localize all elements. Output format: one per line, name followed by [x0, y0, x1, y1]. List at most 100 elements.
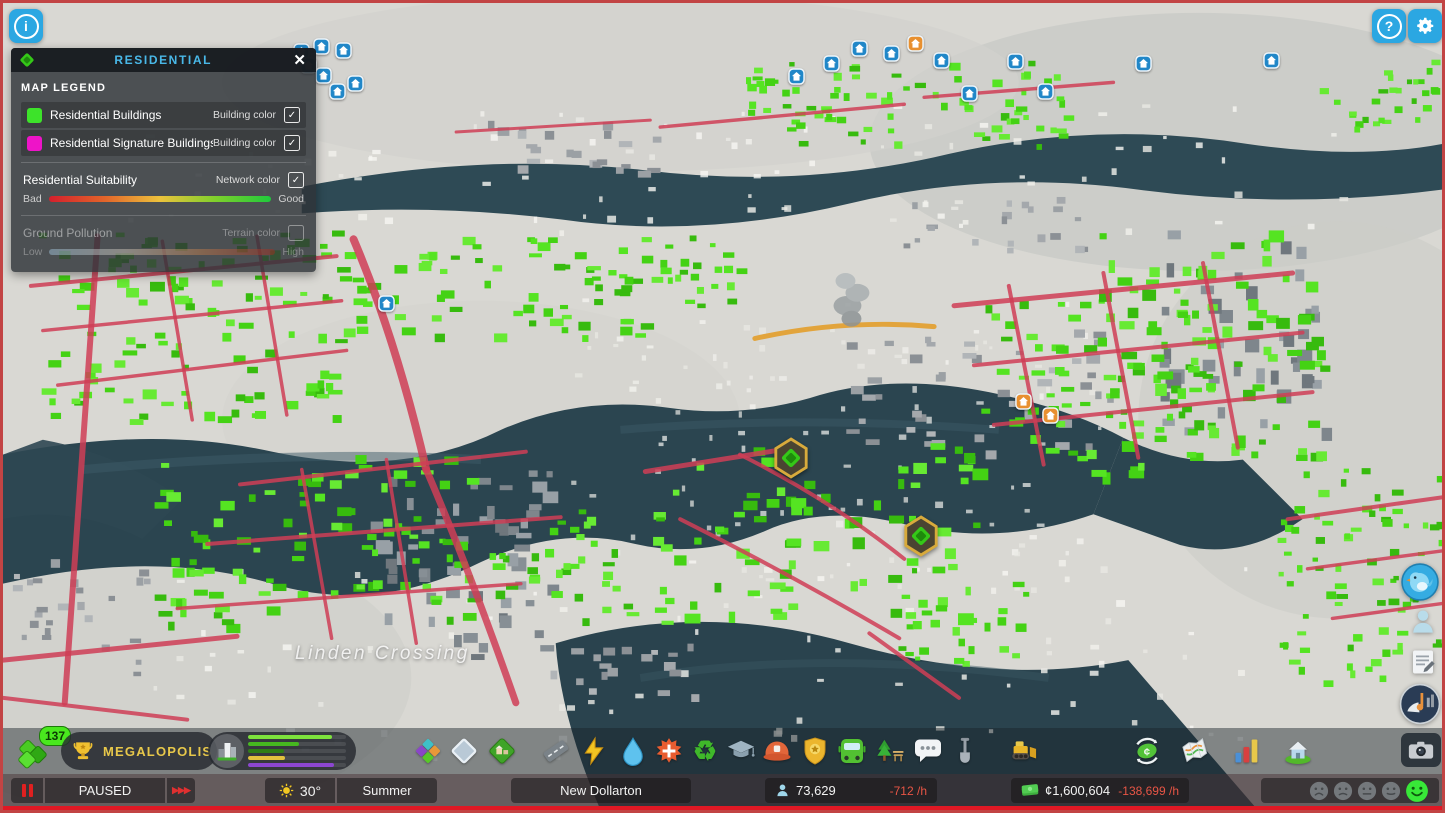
- legend-item-type-label: Building color: [212, 109, 276, 121]
- pause-icon-bar: [28, 784, 33, 797]
- legend-gradient-checkbox[interactable]: ✓: [288, 172, 304, 188]
- house-marker[interactable]: [329, 83, 346, 100]
- help-button[interactable]: ?: [1372, 9, 1406, 43]
- house-marker[interactable]: [851, 40, 868, 57]
- house-marker[interactable]: [961, 85, 978, 102]
- alert-house-marker[interactable]: [1015, 393, 1032, 410]
- legend-gradient-type-label: Terrain color: [222, 227, 280, 239]
- bulldozer-icon[interactable]: [1007, 734, 1041, 768]
- svg-text:¢: ¢: [1144, 746, 1151, 758]
- economy-icon[interactable]: ¢: [1130, 734, 1164, 768]
- demand-bar-industrial: [248, 755, 346, 761]
- house-marker[interactable]: [378, 295, 395, 312]
- sun-icon: [279, 783, 294, 798]
- money-value: ¢1,600,604: [1045, 783, 1111, 798]
- season-label: Summer: [362, 783, 412, 798]
- money-display[interactable]: ¢1,600,604 -138,699 /h: [1011, 778, 1189, 803]
- camera-icon: [1408, 740, 1434, 760]
- terraforming-icon[interactable]: [948, 734, 982, 768]
- chirper-icon[interactable]: [1401, 563, 1439, 601]
- sim-speed-state: PAUSED: [45, 778, 165, 803]
- trophy-icon: [71, 739, 103, 763]
- demand-bar-residential-low: [248, 734, 346, 740]
- education-icon[interactable]: [724, 734, 758, 768]
- legend-gradient-checkbox[interactable]: [288, 225, 304, 241]
- demand-bar-residential-medium: [248, 741, 346, 747]
- legend-item: Residential Signature Buildings Building …: [21, 130, 306, 156]
- fast-forward-icon: ▶▶▶: [172, 785, 191, 795]
- demand-bar-office: [248, 762, 346, 768]
- statistics-icon[interactable]: [1230, 734, 1264, 768]
- house-marker[interactable]: [315, 67, 332, 84]
- help-icon: ?: [1376, 13, 1402, 39]
- photo-mode-button[interactable]: [1401, 733, 1441, 767]
- happiness-face-content: [1381, 781, 1401, 801]
- happiness-face-unhappy: [1333, 781, 1353, 801]
- legend-swatch: [27, 107, 42, 123]
- happiness-face-neutral: [1357, 781, 1377, 801]
- population-rate: -712 /h: [889, 783, 927, 798]
- signature-hex-marker[interactable]: [902, 515, 940, 557]
- water-sewage-icon[interactable]: [616, 734, 650, 768]
- milestone-button[interactable]: MEGALOPOLIS: [61, 732, 217, 770]
- gradient-bar: [49, 249, 276, 255]
- legend-item-checkbox[interactable]: ✓: [284, 107, 300, 123]
- main-toolbar: 137 MEGALOPOLIS ♻ ¢: [3, 726, 1442, 774]
- milestone-map-tiles-icon[interactable]: 137: [13, 726, 71, 771]
- garbage-icon[interactable]: ♻: [688, 734, 722, 768]
- house-marker[interactable]: [347, 75, 364, 92]
- electricity-icon[interactable]: [577, 734, 611, 768]
- game-screen: Linden Crossing i ? RESIDENTIAL ✕ MAP LE…: [0, 0, 1445, 813]
- happiness-face-sad: [1309, 781, 1329, 801]
- areas-icon[interactable]: [485, 734, 519, 768]
- house-marker[interactable]: [788, 68, 805, 85]
- info-button[interactable]: i: [9, 9, 43, 43]
- legend-item-label: Residential Signature Buildings: [50, 136, 213, 150]
- house-marker[interactable]: [1037, 83, 1054, 100]
- close-icon[interactable]: ✕: [291, 51, 308, 69]
- transportation-icon[interactable]: [835, 734, 869, 768]
- house-marker[interactable]: [1007, 53, 1024, 70]
- demand-bars: [248, 734, 356, 768]
- journal-icon[interactable]: [1409, 648, 1437, 676]
- fast-forward-button[interactable]: ▶▶▶: [167, 778, 195, 803]
- pause-button[interactable]: [11, 778, 43, 803]
- city-information-icon[interactable]: [1281, 734, 1315, 768]
- house-marker[interactable]: [883, 45, 900, 62]
- house-marker[interactable]: [1135, 55, 1152, 72]
- alert-house-marker[interactable]: [1042, 407, 1059, 424]
- temperature-display: 30°: [265, 778, 335, 803]
- house-marker[interactable]: [823, 55, 840, 72]
- legend-item-checkbox[interactable]: ✓: [284, 135, 300, 151]
- fire-rescue-icon[interactable]: [760, 734, 794, 768]
- communications-icon[interactable]: [911, 734, 945, 768]
- healthcare-icon[interactable]: [652, 734, 686, 768]
- legend-item-type-label: Building color: [212, 137, 276, 149]
- legend-swatch: [27, 135, 42, 151]
- house-marker[interactable]: [933, 52, 950, 69]
- house-marker[interactable]: [1263, 52, 1280, 69]
- parks-recreation-icon[interactable]: [873, 734, 907, 768]
- info-views-icon[interactable]: [1178, 734, 1212, 768]
- citizen-info-icon[interactable]: [1410, 608, 1436, 636]
- milestone-name: MEGALOPOLIS: [103, 743, 213, 759]
- legend-gradient-label: Ground Pollution: [23, 226, 113, 240]
- status-bar: PAUSED ▶▶▶ 30° Summer New Dollarton 73,6…: [3, 774, 1442, 810]
- zones-icon[interactable]: [411, 734, 445, 768]
- roads-icon[interactable]: [539, 734, 573, 768]
- radio-icon[interactable]: [1399, 683, 1441, 725]
- legend-gradient-section: Ground Pollution Terrain color Low High: [21, 222, 306, 262]
- legend-gradient-section: Residential Suitability Network color ✓ Bad…: [21, 169, 306, 209]
- house-marker[interactable]: [335, 42, 352, 59]
- settings-button[interactable]: [1408, 9, 1442, 43]
- terrain-icon[interactable]: [447, 734, 481, 768]
- legend-item-label: Residential Buildings: [50, 108, 162, 122]
- signature-hex-marker[interactable]: [772, 437, 810, 479]
- legend-header: RESIDENTIAL ✕: [11, 48, 316, 72]
- zoning-demand-widget[interactable]: [208, 732, 356, 770]
- alert-house-marker[interactable]: [907, 35, 924, 52]
- happiness-display[interactable]: [1261, 778, 1439, 803]
- police-icon[interactable]: [798, 734, 832, 768]
- gradient-bar: [48, 196, 272, 202]
- population-display[interactable]: 73,629 -712 /h: [765, 778, 937, 803]
